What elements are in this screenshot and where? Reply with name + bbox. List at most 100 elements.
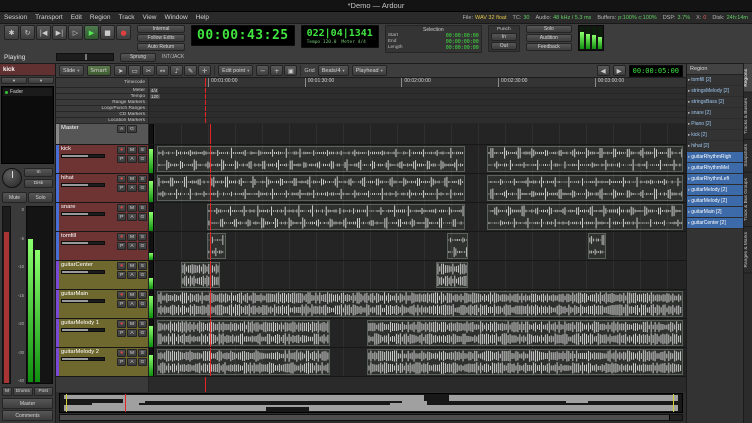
strip-name[interactable]: kick	[0, 64, 55, 76]
punch-in-button[interactable]: In	[491, 33, 517, 41]
edit-point-dropdown[interactable]: Edit point▾	[218, 65, 253, 76]
playhead-line[interactable]	[210, 348, 211, 376]
side-tab-regions[interactable]: Regions	[744, 64, 752, 93]
track-lane-snare[interactable]	[154, 203, 686, 231]
summary-view-start-handle[interactable]	[66, 394, 67, 412]
track-lane-guitarmelody-1[interactable]	[154, 319, 686, 347]
track-header-kick[interactable]: kick●MSPAG	[56, 145, 149, 173]
record-arm-button[interactable]: ●	[117, 175, 126, 183]
ruler-cd-markers[interactable]	[149, 112, 686, 117]
punch-out-button[interactable]: Out	[491, 42, 517, 50]
expand-icon[interactable]: ▸	[688, 132, 690, 138]
automation-button[interactable]: A	[127, 300, 136, 308]
track-fader[interactable]	[61, 328, 105, 332]
record-arm-button[interactable]: ●	[117, 320, 126, 328]
playlist-button[interactable]: P	[117, 300, 126, 308]
expand-icon[interactable]: ▸	[688, 110, 690, 116]
group-button[interactable]: G	[138, 358, 147, 366]
strip-output-dropdown[interactable]: ▾	[28, 77, 54, 84]
playhead-line[interactable]	[205, 106, 206, 111]
group-button[interactable]: G	[138, 271, 147, 279]
trim-knob[interactable]	[2, 168, 22, 188]
processor-box[interactable]: Fader	[1, 86, 54, 164]
playlist-button[interactable]: P	[117, 271, 126, 279]
editor-summary[interactable]	[59, 393, 683, 413]
midi-panic-button[interactable]: ✱	[4, 25, 19, 40]
audio-region[interactable]	[588, 233, 607, 259]
solo-button[interactable]: Solo	[526, 25, 572, 33]
expand-icon[interactable]: ▸	[688, 187, 690, 193]
group-button[interactable]: G	[138, 184, 147, 192]
menu-session[interactable]: Session	[4, 14, 27, 21]
tool-cut-button[interactable]: ✂	[142, 65, 155, 76]
track-lane-guitarmain[interactable]	[154, 290, 686, 318]
group-button[interactable]: G	[127, 125, 136, 133]
audio-region[interactable]	[157, 291, 684, 317]
group-button[interactable]: G	[138, 213, 147, 221]
automation-button[interactable]: A	[127, 358, 136, 366]
mute-button[interactable]: M	[127, 175, 136, 183]
solo-button[interactable]: S	[138, 204, 147, 212]
track-fader[interactable]	[61, 183, 105, 187]
region-list-item[interactable]: ▸hihat [2]	[687, 141, 743, 152]
playlist-button[interactable]: P	[117, 329, 126, 337]
side-tab-snapshots[interactable]: Snapshots	[744, 139, 752, 173]
expand-icon[interactable]: ▸	[688, 88, 690, 94]
audio-region[interactable]	[447, 233, 468, 259]
expand-icon[interactable]: ▸	[688, 220, 690, 226]
goto-end-button[interactable]: ▶|	[52, 25, 67, 40]
track-lane-kick[interactable]	[154, 145, 686, 173]
zoom-fit-button[interactable]: ▣	[284, 65, 297, 76]
region-list-item[interactable]: ▸guitarCenter [2]	[687, 218, 743, 229]
playhead-line[interactable]	[205, 88, 206, 93]
track-header-guitarmelody-1[interactable]: guitarMelody 1●MSPAG	[56, 319, 149, 347]
playhead-line[interactable]	[210, 145, 211, 173]
playhead-line[interactable]	[205, 100, 206, 105]
track-fader[interactable]	[61, 357, 105, 361]
mute-button[interactable]: M	[127, 204, 136, 212]
solo-button[interactable]: S	[138, 175, 147, 183]
zoom-focus-dropdown[interactable]: Playhead▾	[352, 65, 387, 76]
automation-button[interactable]: A	[127, 213, 136, 221]
ruler-timecode[interactable]: 00:01:00:0000:01:30:0000:02:00:0000:02:3…	[149, 78, 686, 87]
strip-input-dropdown[interactable]: ▾	[1, 77, 27, 84]
playhead-line[interactable]	[210, 319, 211, 347]
playhead-line[interactable]	[210, 232, 211, 260]
processor-led-icon[interactable]	[5, 91, 8, 94]
mute-button[interactable]: M	[127, 320, 136, 328]
output-routing-button[interactable]: Master	[2, 398, 53, 409]
solo-button[interactable]: S	[138, 233, 147, 241]
playhead-line[interactable]	[205, 94, 206, 99]
menu-track[interactable]: Track	[119, 14, 135, 21]
nudge-forward-button[interactable]: ▶	[613, 65, 626, 76]
tool-grab-button[interactable]: ➤	[114, 65, 127, 76]
mute-button[interactable]: M	[127, 291, 136, 299]
audio-region[interactable]	[487, 146, 684, 172]
expand-icon[interactable]: ▸	[688, 99, 690, 105]
tool-stretch-button[interactable]: ↔	[156, 65, 169, 76]
track-fader[interactable]	[61, 154, 105, 158]
track-fader[interactable]	[61, 241, 105, 245]
track-header-tomfill[interactable]: tomfill●MSPAG	[56, 232, 149, 260]
track-fader[interactable]	[61, 299, 105, 303]
goto-start-button[interactable]: |◀	[36, 25, 51, 40]
regions-header[interactable]: Region	[687, 64, 743, 75]
menu-edit[interactable]: Edit	[71, 14, 82, 21]
track-lane-tomfill[interactable]	[154, 232, 686, 260]
audio-region[interactable]	[487, 204, 684, 230]
region-list-item[interactable]: ▸guitarRhythmLeft	[687, 174, 743, 185]
ruler-tempo[interactable]: 120	[149, 94, 686, 99]
audio-region[interactable]	[157, 349, 330, 375]
scrollbar-handle[interactable]	[60, 415, 670, 420]
region-list-item[interactable]: ▸tomfill [2]	[687, 75, 743, 86]
audio-region[interactable]	[487, 175, 684, 201]
playhead-line[interactable]	[205, 377, 206, 392]
zoom-out-button[interactable]: −	[256, 65, 269, 76]
playhead-line[interactable]	[210, 261, 211, 289]
automation-button[interactable]: A	[117, 125, 126, 133]
strip-solo-button[interactable]: Solo	[28, 192, 53, 203]
metering-point-button[interactable]: M	[2, 387, 12, 396]
track-header-hihat[interactable]: hihat●MSPAG	[56, 174, 149, 202]
track-lane-guitarcenter[interactable]	[154, 261, 686, 289]
tool-draw-button[interactable]: ✎	[184, 65, 197, 76]
